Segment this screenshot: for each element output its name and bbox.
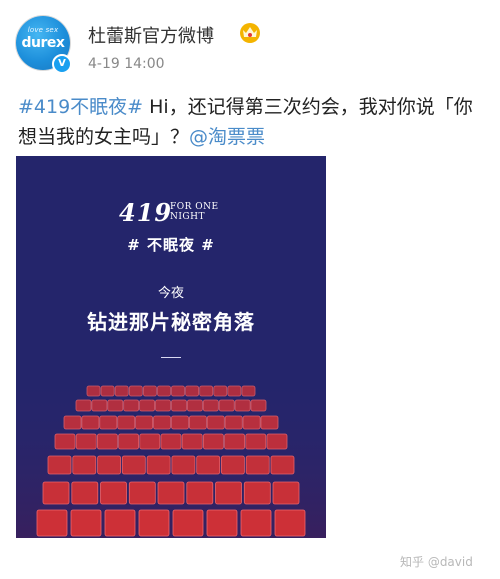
cinema-seat: [243, 481, 271, 505]
cinema-seat: [272, 481, 300, 505]
cinema-seat: [36, 509, 68, 537]
poster-divider: [161, 357, 181, 358]
cinema-seat: [107, 399, 124, 412]
cinema-seat: [117, 415, 136, 430]
cinema-seat: [97, 455, 121, 475]
cinema-seat: [97, 433, 118, 450]
cinema-seat: [199, 385, 214, 397]
cinema-seat: [114, 385, 129, 397]
poster-hashtag: # 不眠夜 #: [127, 236, 215, 254]
cinema-seat: [99, 415, 118, 430]
cinema-seat: [245, 455, 270, 475]
poster-night: NIGHT: [170, 212, 205, 222]
cinema-seat: [100, 385, 115, 397]
cinema-seat: [186, 399, 203, 412]
cinema-seat: [100, 481, 127, 505]
username[interactable]: 杜蕾斯官方微博: [88, 22, 214, 48]
cinema-seat: [206, 509, 238, 537]
cinema-seat: [224, 433, 246, 450]
cinema-seat: [270, 455, 295, 475]
cinema-seat: [274, 509, 306, 537]
cinema-seat: [181, 433, 203, 450]
cinema-seat: [81, 415, 100, 430]
cinema-seat: [206, 415, 225, 430]
cinema-seat: [138, 509, 170, 537]
poster-main-text: 钻进那片秘密角落: [87, 310, 255, 334]
cinema-seat: [224, 415, 243, 430]
cinema-seat: [118, 433, 139, 450]
cinema-seat: [153, 415, 171, 430]
cinema-seat: [70, 509, 102, 537]
cinema-seat: [241, 385, 256, 397]
verified-icon: V: [52, 54, 72, 74]
cinema-seat: [266, 433, 288, 450]
cinema-seat: [196, 455, 221, 475]
post-header: love sex durex V 杜蕾斯官方微博 4-19 14:00: [0, 0, 500, 82]
cinema-seat: [220, 455, 245, 475]
cinema-seat: [63, 415, 82, 430]
cinema-seat: [139, 433, 161, 450]
cinema-seat: [185, 385, 200, 397]
post-time: 4-19 14:00: [88, 56, 165, 72]
cinema-seat: [128, 385, 143, 397]
poster-big-number: 419: [119, 198, 173, 227]
cinema-seat: [121, 455, 146, 475]
cinema-seat: [135, 415, 153, 430]
cinema-seat: [245, 433, 267, 450]
cinema-seat: [171, 399, 187, 412]
cinema-seat: [227, 385, 242, 397]
cinema-seat: [47, 455, 72, 475]
cinema-seat: [75, 433, 97, 450]
cinema-seat: [218, 399, 235, 412]
poster-for-one: FOR ONE: [170, 202, 219, 212]
poster-tonight: 今夜: [157, 286, 184, 301]
cinema-seat: [104, 509, 136, 537]
cinema-seat: [186, 481, 214, 505]
cinema-seat: [171, 415, 189, 430]
cinema-seat: [54, 433, 76, 450]
cinema-seat: [146, 455, 171, 475]
cinema-seat: [202, 433, 224, 450]
post-content: #419不眠夜# Hi，还记得第三次约会，我对你说「你想当我的女主吗」？@淘票票: [18, 92, 488, 152]
poster-for-one-night: FOR ONE NIGHT: [170, 202, 219, 222]
cinema-seat: [86, 385, 101, 397]
cinema-seat: [260, 415, 279, 430]
cinema-seat: [91, 399, 108, 412]
crown-badge-icon: [240, 23, 260, 43]
cinema-seat: [213, 385, 228, 397]
cinema-seat: [171, 385, 185, 397]
cinema-seat: [157, 481, 185, 505]
cinema-seat: [240, 509, 272, 537]
cinema-seat: [123, 399, 140, 412]
poster-image[interactable]: 419 FOR ONE NIGHT # 不眠夜 # 今夜 钻进那片秘密角落: [16, 156, 326, 538]
cinema-seat: [71, 481, 99, 505]
cinema-seat: [157, 385, 171, 397]
cinema-seat: [171, 455, 196, 475]
cinema-seat: [128, 481, 156, 505]
cinema-seat: [75, 399, 92, 412]
avatar-tagline: love sex: [27, 26, 59, 34]
avatar-brand: durex: [21, 35, 65, 51]
cinema-seat: [160, 433, 182, 450]
cinema-seat: [155, 399, 171, 412]
cinema-seat: [42, 481, 70, 505]
cinema-seat: [202, 399, 219, 412]
watermark: 知乎 @david: [400, 555, 473, 569]
cinema-seat: [242, 415, 261, 430]
cinema-seat: [234, 399, 251, 412]
hashtag-link[interactable]: #419不眠夜#: [18, 96, 143, 118]
cinema-seat: [215, 481, 242, 505]
cinema-seat: [139, 399, 155, 412]
cinema-seat: [250, 399, 267, 412]
cinema-seat: [172, 509, 204, 537]
cinema-seat: [143, 385, 157, 397]
mention-link[interactable]: @淘票票: [189, 126, 265, 148]
cinema-seat: [188, 415, 207, 430]
cinema-seats-illustration: [16, 376, 326, 538]
cinema-seat: [72, 455, 97, 475]
